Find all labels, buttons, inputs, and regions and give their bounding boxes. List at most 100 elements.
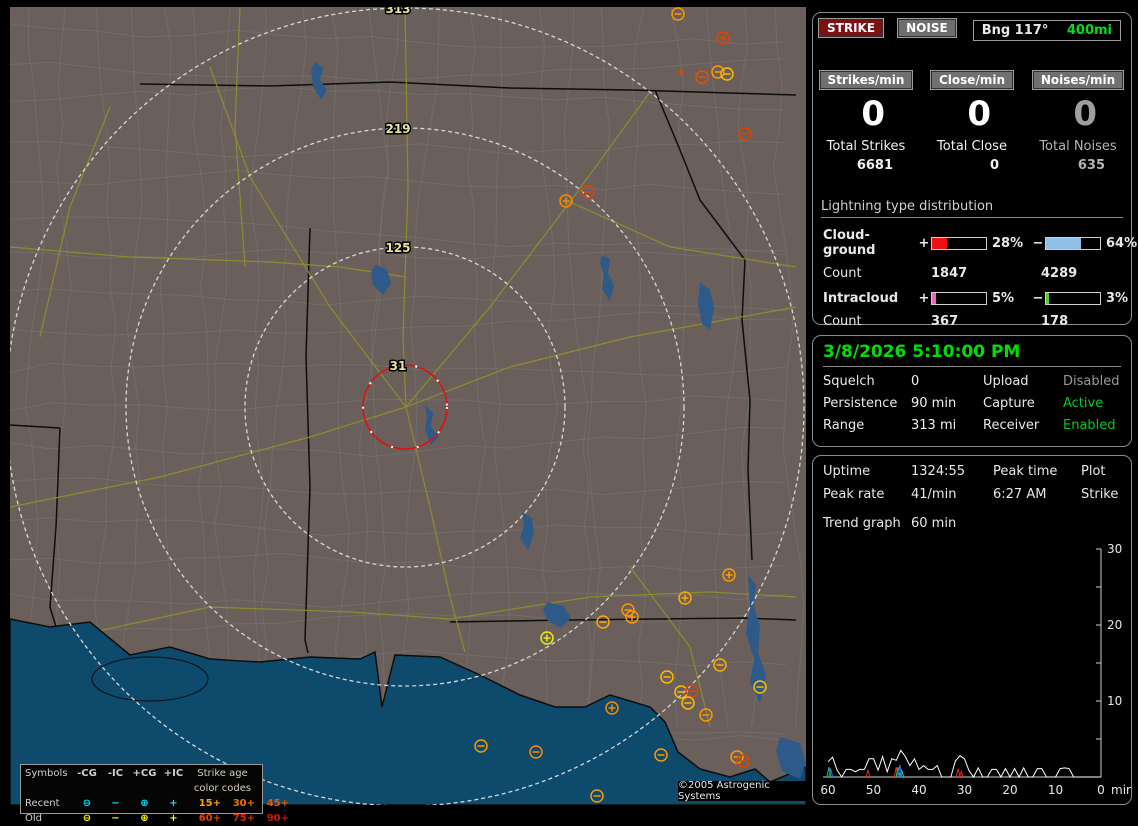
noise-button[interactable]: NOISE (898, 19, 956, 37)
total-noises-value: 635 (1025, 158, 1131, 173)
cg-positive-pct: 28% (987, 236, 1031, 251)
svg-text:30: 30 (957, 783, 972, 797)
old-cg-neg-icon: ⊖ (72, 811, 102, 826)
recent-ic-pos-icon: + (160, 796, 187, 811)
svg-text:50: 50 (866, 783, 881, 797)
total-close-label: Total Close (919, 139, 1025, 154)
recent-cg-pos-icon: ⊕ (129, 796, 160, 811)
legend-symbols-header: Symbols (25, 766, 72, 796)
lake-pontchartrain (92, 657, 208, 701)
cg-positive-bar (931, 237, 987, 250)
peak-rate-row: Peak rate 41/min 6:27 AM Strike (823, 487, 1121, 502)
range-label: Range (823, 418, 911, 433)
svg-text:40: 40 (911, 783, 926, 797)
legend-col-cg-pos: +CG (129, 766, 160, 796)
count-label: Count (823, 266, 931, 281)
upload-value: Disabled (1063, 374, 1121, 389)
peak-rate-value: 41/min (911, 487, 993, 502)
uptime-row: Uptime 1324:55 Peak time Plot (823, 464, 1121, 479)
svg-text:20: 20 (1107, 618, 1122, 632)
svg-text:60: 60 (820, 783, 835, 797)
legend-old-row: Old ⊖ − ⊕ + 60+ 75+ 90+ (25, 811, 258, 826)
noises-per-min-value: 0 (1025, 95, 1131, 133)
total-strikes-label: Total Strikes (813, 139, 919, 154)
legend-col-ic-neg: -IC (102, 766, 129, 796)
svg-text:313: 313 (385, 7, 410, 16)
legend-recent-row: Recent ⊖ − ⊕ + 15+ 30+ 45+ (25, 796, 258, 811)
peak-time-label: Peak time (993, 464, 1081, 479)
trend-graph-label: Trend graph (823, 516, 911, 531)
svg-text:20: 20 (1002, 783, 1017, 797)
trend-graph-row: Trend graph 60 min (823, 516, 1121, 531)
status-row-2: Persistence 90 min Capture Active (823, 396, 1121, 411)
status-row-3: Range 313 mi Receiver Enabled (823, 418, 1121, 433)
count-label: Count (823, 314, 931, 329)
old-ic-neg-icon: − (102, 811, 129, 826)
range-value: 313 mi (911, 418, 983, 433)
strike-button[interactable]: STRIKE (819, 19, 883, 37)
map-legend: Symbols -CG -IC +CG +IC Strike age color… (20, 764, 263, 814)
intracloud-row: Intracloud + 5% − 3% (823, 291, 1123, 306)
age-45: 45+ (255, 796, 289, 811)
intracloud-label: Intracloud (823, 291, 917, 306)
copyright-text: ©2005 Astrogenic Systems (678, 781, 806, 801)
plus-sign: + (917, 291, 931, 306)
trend-window-value: 60 min (911, 516, 993, 531)
ic-positive-bar (931, 292, 987, 305)
uptime-value: 1324:55 (911, 464, 993, 479)
svg-text:10: 10 (1048, 783, 1063, 797)
svg-text:219: 219 (385, 122, 410, 136)
trend-panel: Uptime 1324:55 Peak time Plot Peak rate … (812, 455, 1132, 805)
plot-mode-value: Strike (1081, 487, 1121, 502)
plot-label: Plot (1081, 464, 1121, 479)
age-15: 15+ (187, 796, 221, 811)
squelch-label: Squelch (823, 374, 911, 389)
status-row-1: Squelch 0 Upload Disabled (823, 374, 1121, 389)
capture-label: Capture (983, 396, 1063, 411)
ic-negative-pct: 3% (1101, 291, 1138, 306)
persistence-value: 90 min (911, 396, 983, 411)
bearing-value: Bng 117° (982, 23, 1049, 38)
upload-label: Upload (983, 374, 1063, 389)
peak-time-value: 6:27 AM (993, 487, 1081, 502)
legend-col-ic-pos: +IC (160, 766, 187, 796)
receiver-value: Enabled (1063, 418, 1121, 433)
capture-value: Active (1063, 396, 1121, 411)
cloud-ground-row: Cloud-ground + 28% − 64% (823, 228, 1123, 258)
plus-sign: + (917, 236, 931, 251)
trend-graph: 1020306050403020100min (813, 544, 1131, 804)
minus-sign: − (1031, 236, 1045, 251)
status-panel: 3/8/2026 5:10:00 PM Squelch 0 Upload Dis… (812, 335, 1132, 447)
strikes-per-min-label: Strikes/min (820, 71, 913, 89)
old-ic-pos-icon: + (160, 811, 187, 826)
receiver-label: Receiver (983, 418, 1063, 433)
strike-map[interactable]: 31125219313 Symbols -CG -IC +CG +IC Stri… (10, 7, 806, 805)
ic-positive-count: 367 (931, 314, 1041, 329)
datetime-display: 3/8/2026 5:10:00 PM (823, 342, 1121, 367)
total-noises-label: Total Noises (1025, 139, 1131, 154)
distribution-title: Lightning type distribution (821, 199, 1123, 218)
close-per-min-label: Close/min (931, 71, 1013, 89)
legend-recent-label: Recent (25, 796, 72, 811)
intracloud-count-row: Count 367 178 (823, 314, 1123, 329)
persistence-label: Persistence (823, 396, 911, 411)
cloud-ground-label: Cloud-ground (823, 228, 917, 258)
svg-text:min: min (1111, 783, 1131, 797)
ic-negative-bar (1045, 292, 1101, 305)
total-close-value: 0 (919, 158, 1025, 173)
svg-text:10: 10 (1107, 694, 1122, 708)
cg-negative-bar (1045, 237, 1101, 250)
total-strikes-value: 6681 (813, 158, 919, 173)
range-value: 400mi (1067, 23, 1112, 38)
ic-negative-count: 178 (1041, 314, 1123, 329)
minus-sign: − (1031, 291, 1045, 306)
cloud-ground-count-row: Count 1847 4289 (823, 266, 1123, 281)
map-canvas: 31125219313 (10, 7, 806, 805)
cg-negative-count: 4289 (1041, 266, 1123, 281)
squelch-value: 0 (911, 374, 983, 389)
strikes-per-min-value: 0 (813, 95, 919, 133)
recent-ic-neg-icon: − (102, 796, 129, 811)
svg-text:31: 31 (390, 359, 407, 373)
old-cg-pos-icon: ⊕ (129, 811, 160, 826)
counters-panel: STRIKE NOISE Bng 117° 400mi Strikes/min … (812, 12, 1132, 325)
